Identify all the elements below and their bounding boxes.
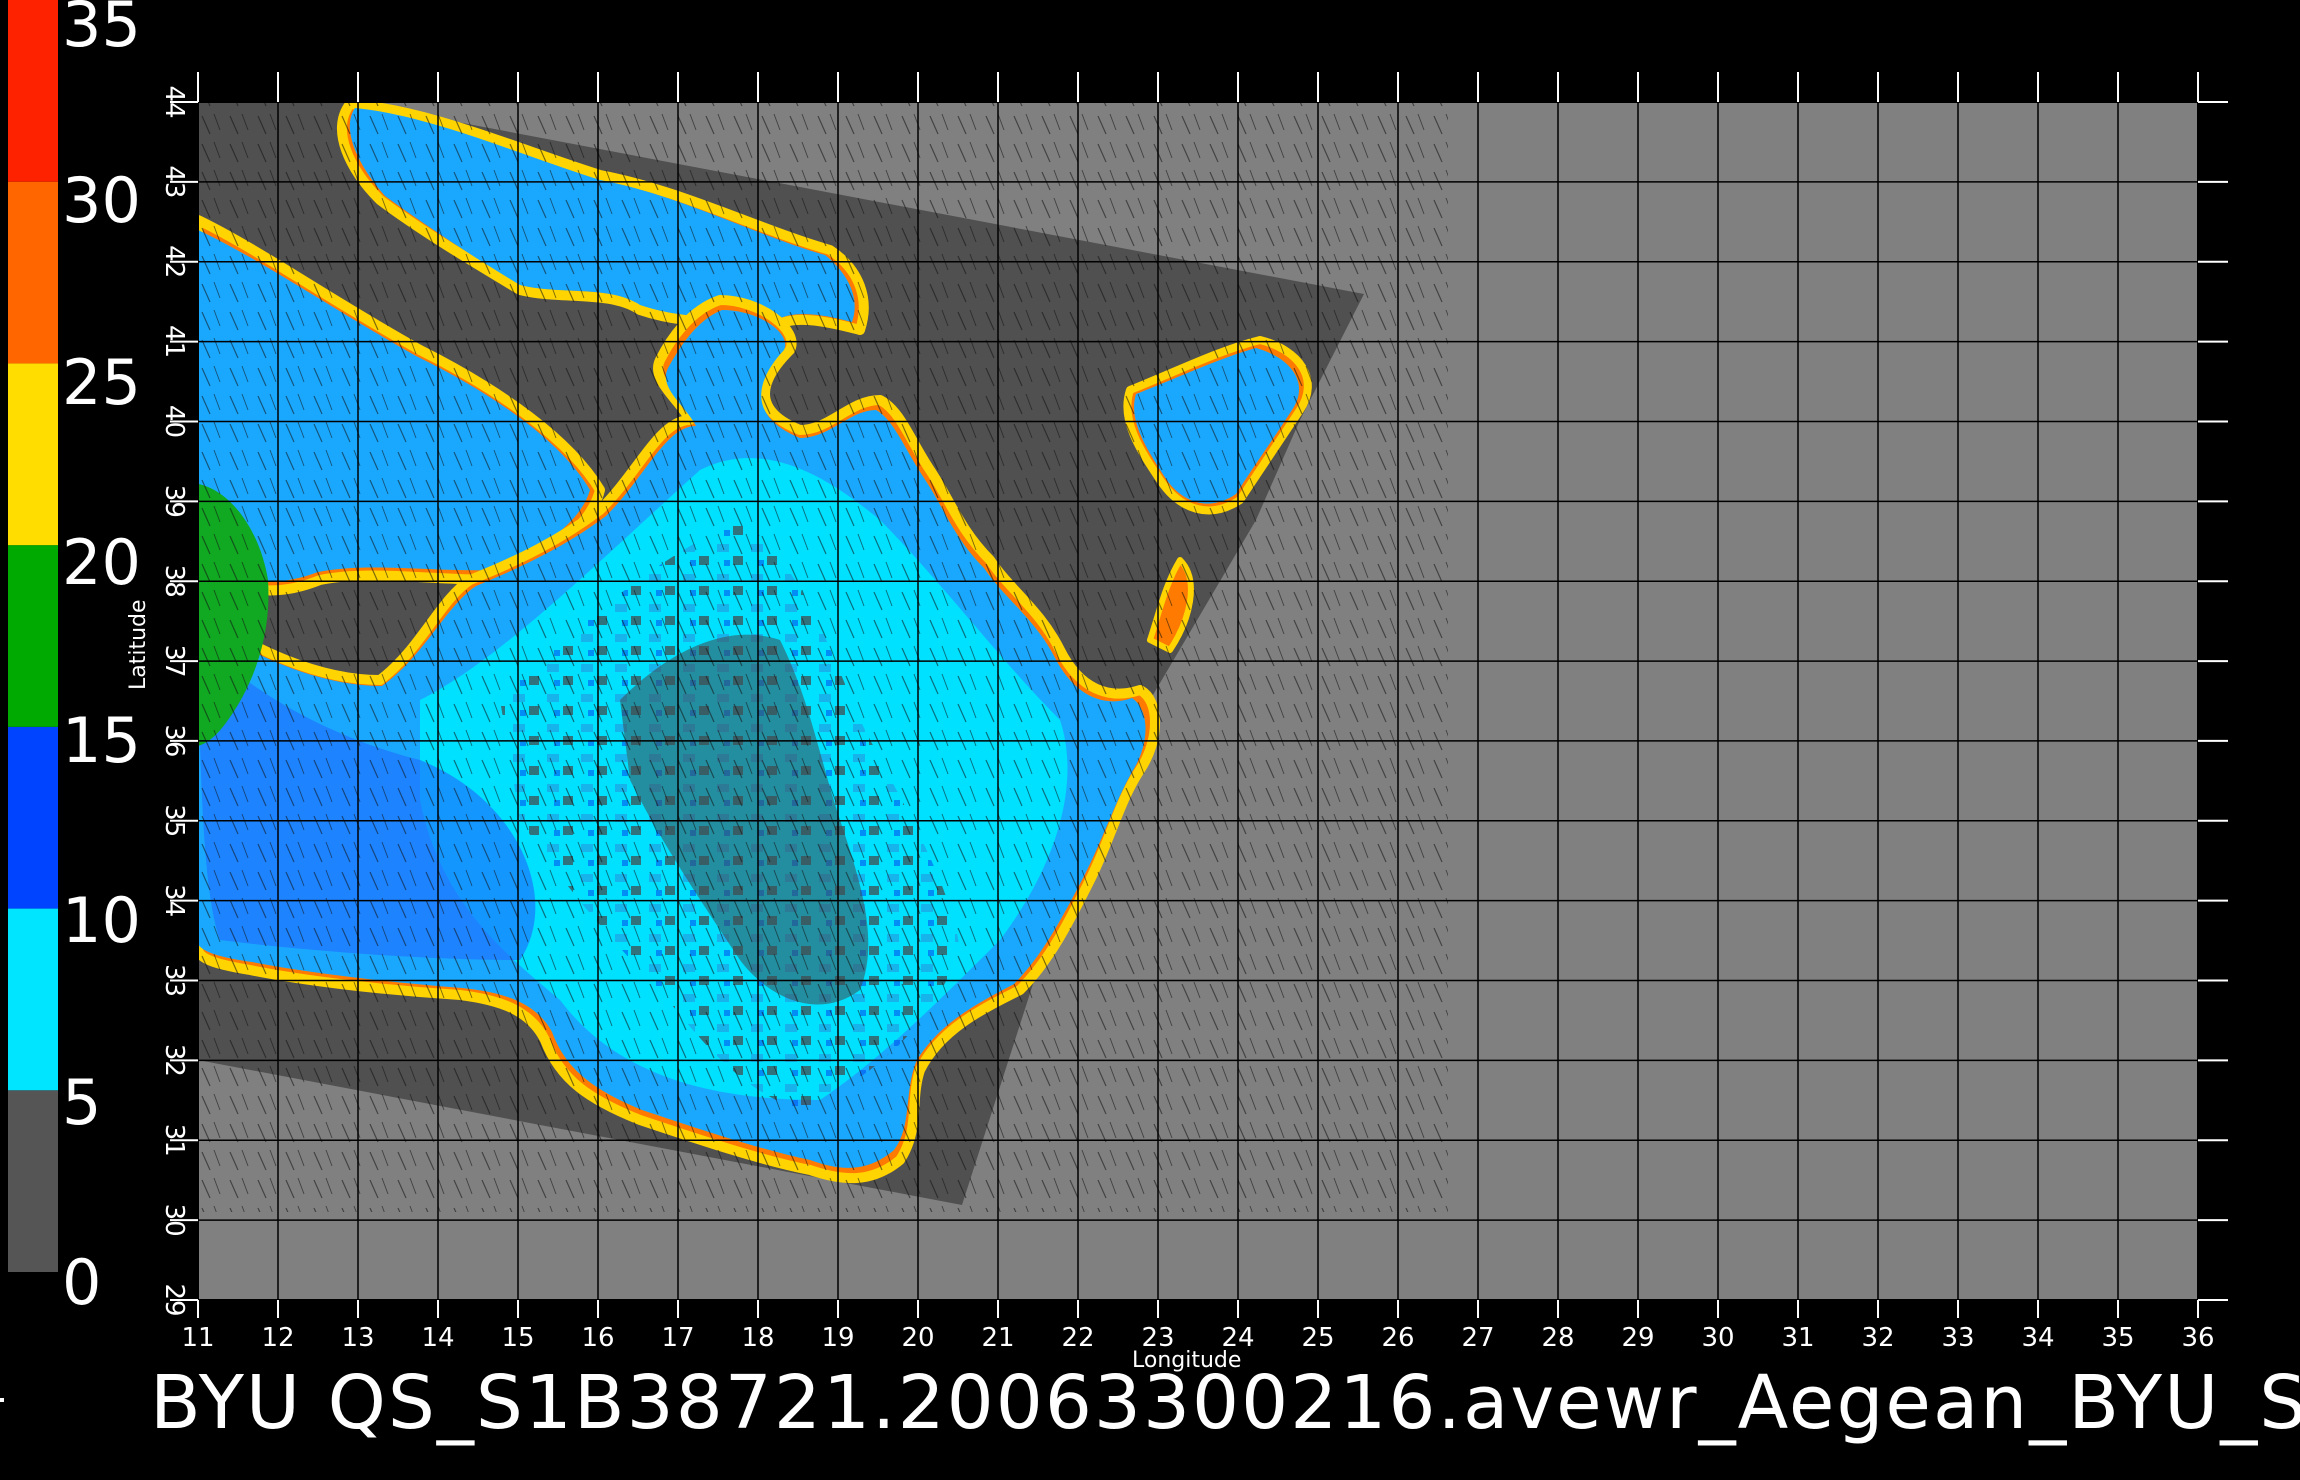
y-tick-label-42: 42 [159,245,189,278]
y-tick-label-31: 31 [159,1124,189,1157]
y-tick-label-35: 35 [159,804,189,837]
x-tick-label-14: 14 [421,1323,454,1353]
x-tick-label-15: 15 [501,1323,534,1353]
x-tick-label-35: 35 [2101,1323,2134,1353]
y-tick-label-34: 34 [159,884,189,917]
x-tick-label-21: 21 [981,1323,1014,1353]
wind-map: 11 12 13 14 15 16 17 18 19 20 21 22 23 24 25 26 27 28 29 30… [159,72,2228,1353]
y-tick-label-40: 40 [159,405,189,438]
y-tick-label-33: 33 [159,964,189,997]
y-tick-label-41: 41 [159,325,189,358]
y-tick-label-43: 43 [159,165,189,198]
left-edge-mark [0,1398,4,1402]
x-tick-label-22: 22 [1061,1323,1094,1353]
y-tick-label-38: 38 [159,565,189,598]
x-tick-label-33: 33 [1941,1323,1974,1353]
x-tick-label-28: 28 [1541,1323,1574,1353]
x-tick-label-18: 18 [741,1323,774,1353]
x-tick-label-32: 32 [1861,1323,1894,1353]
x-tick-label-36: 36 [2181,1323,2214,1353]
x-tick-label-11: 11 [181,1323,214,1353]
y-axis-title: Latitude [126,599,151,690]
y-tick-label-36: 36 [159,724,189,757]
x-tick-label-26: 26 [1381,1323,1414,1353]
x-tick-label-17: 17 [661,1323,694,1353]
y-tick-label-44: 44 [159,85,189,118]
x-tick-label-34: 34 [2021,1323,2054,1353]
y-tick-label-30: 30 [159,1204,189,1237]
x-tick-label-30: 30 [1701,1323,1734,1353]
x-tick-label-31: 31 [1781,1323,1814,1353]
x-tick-label-12: 12 [261,1323,294,1353]
wind-field [198,102,1448,1212]
image-title: BYU QS_S1B38721.20063300216.avewr_Aegean… [150,1360,2300,1446]
y-tick-label-37: 37 [159,645,189,678]
y-tick-label-32: 32 [159,1044,189,1077]
y-tick-label-29: 29 [159,1283,189,1316]
x-tick-label-16: 16 [581,1323,614,1353]
x-tick-label-25: 25 [1301,1323,1334,1353]
x-tick-label-29: 29 [1621,1323,1654,1353]
x-tick-label-27: 27 [1461,1323,1494,1353]
x-tick-label-19: 19 [821,1323,854,1353]
x-tick-label-20: 20 [901,1323,934,1353]
y-tick-label-39: 39 [159,485,189,518]
wind-barbs [198,102,1448,1212]
x-tick-label-13: 13 [341,1323,374,1353]
